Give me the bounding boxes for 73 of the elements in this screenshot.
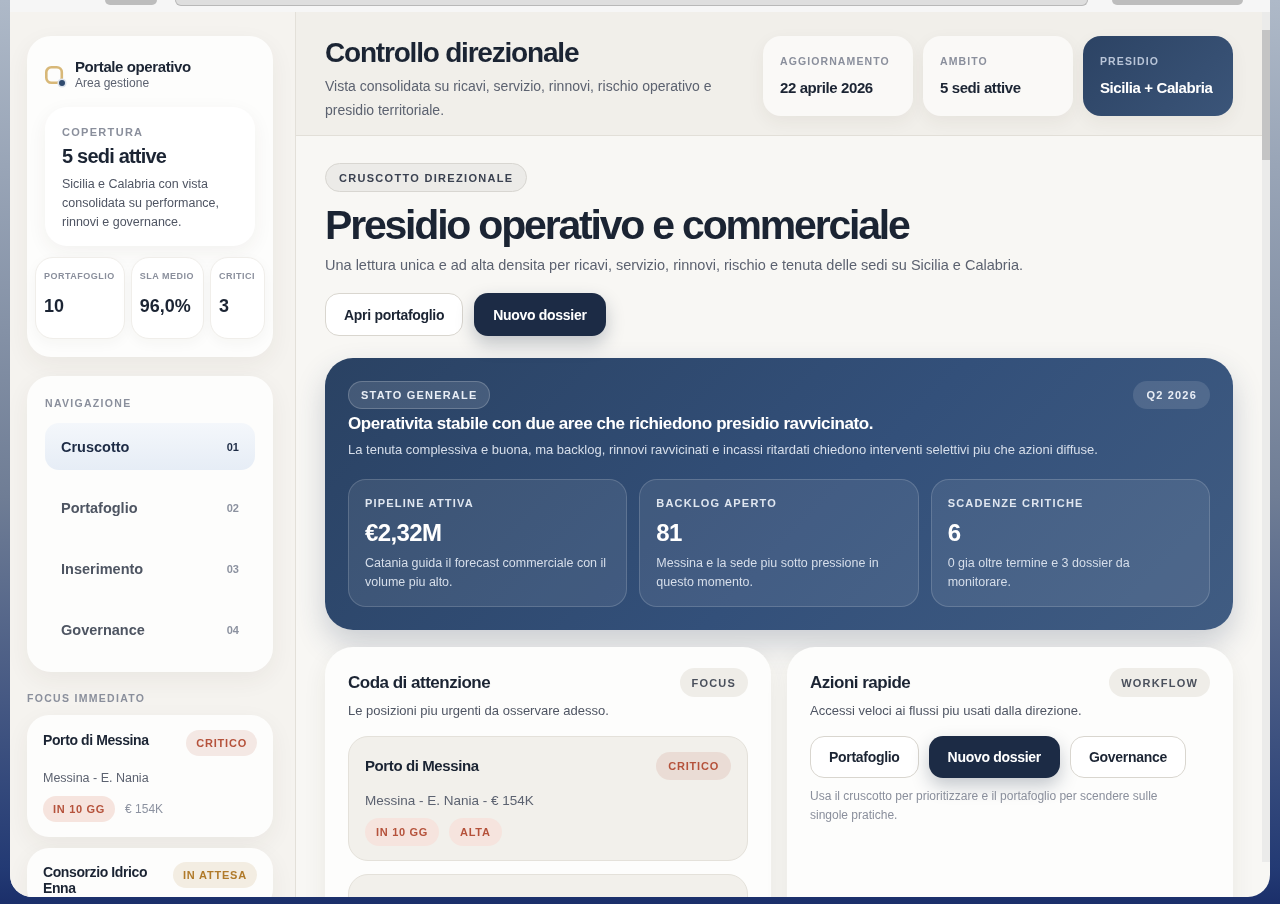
info-value: 5 sedi attive bbox=[940, 79, 1021, 97]
info-value: Sicilia + Calabria bbox=[1100, 79, 1213, 97]
metric-value: €2,32M bbox=[365, 518, 442, 548]
stat-label: SLA MEDIO bbox=[139, 270, 195, 282]
amount-text: € 154K bbox=[125, 802, 164, 816]
due-chip: IN 10 GG bbox=[43, 796, 116, 822]
action-button[interactable]: Nuovo dossier bbox=[928, 736, 1060, 778]
item-name: Porto di Messina bbox=[365, 756, 479, 776]
page-subtitle: Vista consolidata su ricavi, servizio, rinnovi, rischio operativo e presidio territoriale. bbox=[325, 77, 713, 120]
metric-description: Catania guida il forecast commerciale con il volume piu alto. bbox=[365, 555, 608, 591]
metric-label: BACKLOG APERTO bbox=[656, 496, 778, 510]
focus-card[interactable]: Consorzio Idrico Enna IN ATTESA bbox=[27, 848, 273, 897]
hint-text: Usa il cruscotto per prioritizzare e il portafoglio per scendere sulle singole pratiche. bbox=[810, 788, 1159, 824]
hero-title: Presidio operativo e commerciale bbox=[325, 201, 909, 249]
scrollbar[interactable] bbox=[1262, 12, 1270, 862]
stat-label: CRITICI bbox=[219, 270, 256, 282]
panel-title: Operativita stabile con due aree che richiedono presidio ravvicinato. bbox=[348, 413, 874, 435]
coverage-value: 5 sedi attive bbox=[62, 144, 167, 169]
metric-description: 0 gia oltre termine e 3 dossier da monitorare. bbox=[947, 555, 1131, 591]
status-badge: CRITICO bbox=[656, 752, 731, 780]
metric-label: PIPELINE ATTIVA bbox=[365, 496, 474, 510]
address-bar[interactable] bbox=[175, 0, 1088, 6]
status-badge: CRITICO bbox=[186, 730, 257, 756]
card-badge: FOCUS bbox=[679, 668, 748, 697]
focus-card[interactable]: Porto di Messina CRITICO Messina - E. Nania IN 10 GG € 154K bbox=[27, 715, 273, 837]
item-meta: Messina - E. Nania - € 154K bbox=[365, 792, 534, 810]
brand-subtitle: Area gestione bbox=[75, 76, 150, 91]
brand-title: Portale operativo bbox=[75, 58, 191, 76]
info-label: AGGIORNAMENTO bbox=[780, 55, 890, 68]
card-title: Azioni rapide bbox=[810, 671, 911, 694]
toolbar-button[interactable] bbox=[1112, 0, 1243, 5]
metric-value: 6 bbox=[947, 518, 961, 548]
stat-value: 3 bbox=[219, 295, 229, 318]
nav-item[interactable]: Portafoglio 02 bbox=[45, 484, 255, 531]
eyebrow-badge: CRUSCOTTO DIREZIONALE bbox=[325, 163, 528, 192]
nav-item[interactable]: Inserimento 03 bbox=[45, 545, 255, 592]
action-button[interactable]: Portafoglio bbox=[810, 736, 919, 778]
info-label: PRESIDIO bbox=[1100, 55, 1159, 68]
panel-description: La tenuta complessiva e buona, ma backlog, rinnovi ravvicinati e incassi ritardati chiedono interventi selettivi piu che azioni diffuse. bbox=[348, 441, 1098, 459]
action-button[interactable]: Apri portafoglio bbox=[325, 293, 464, 336]
action-button[interactable]: Nuovo dossier bbox=[474, 293, 606, 336]
action-button[interactable]: Governance bbox=[1069, 736, 1186, 778]
card-badge: WORKFLOW bbox=[1109, 668, 1210, 697]
focus-name: Consorzio Idrico Enna bbox=[43, 863, 149, 896]
card-subtitle: Accessi veloci ai flussi piu usati dalla direzione. bbox=[810, 702, 1082, 720]
focus-name: Porto di Messina bbox=[43, 731, 149, 748]
info-value: 22 aprile 2026 bbox=[780, 79, 873, 97]
toolbar-button[interactable] bbox=[105, 0, 157, 5]
focus-meta: Messina - E. Nania bbox=[43, 770, 149, 786]
metric-value: 81 bbox=[656, 518, 682, 548]
nav-title: NAVIGAZIONE bbox=[45, 396, 132, 410]
page-title: Controllo direzionale bbox=[325, 36, 579, 70]
info-label: AMBITO bbox=[940, 55, 988, 68]
card-subtitle: Le posizioni piu urgenti da osservare adesso. bbox=[348, 702, 609, 720]
nav-item[interactable]: Cruscotto 01 bbox=[45, 423, 255, 470]
metric-label: SCADENZE CRITICHE bbox=[947, 496, 1084, 510]
section-badge: STATO GENERALE bbox=[348, 381, 491, 409]
period-badge: Q2 2026 bbox=[1133, 381, 1210, 409]
queue-item-card[interactable]: Porto di Messina CRITICO Messina - E. Nania - € 154K IN 10 GG ALTA bbox=[348, 736, 748, 861]
nav-item[interactable]: Governance 04 bbox=[45, 606, 255, 653]
stat-value: 10 bbox=[44, 295, 65, 318]
status-badge: IN ATTESA bbox=[172, 862, 257, 888]
metric-description: Messina e la sede piu sotto pressione in questo momento. bbox=[656, 555, 880, 591]
coverage-description: Sicilia e Calabria con vista consolidata su performance, rinnovi e governance. bbox=[62, 176, 221, 231]
stat-label: PORTAFOGLIO bbox=[44, 270, 116, 282]
hero-description: Una lettura unica e ad alta densita per ricavi, servizio, rinnovi, rischio e tenuta delle sedi su Sicilia e Calabria. bbox=[325, 256, 1023, 275]
logo-icon bbox=[45, 65, 67, 88]
tag-chip: ALTA bbox=[449, 818, 502, 846]
card-title: Coda di attenzione bbox=[348, 671, 491, 694]
focus-title: FOCUS IMMEDIATO bbox=[27, 691, 146, 705]
stat-value: 96,0% bbox=[139, 295, 191, 318]
tag-chip: IN 10 GG bbox=[365, 818, 440, 846]
coverage-label: COPERTURA bbox=[62, 125, 144, 139]
